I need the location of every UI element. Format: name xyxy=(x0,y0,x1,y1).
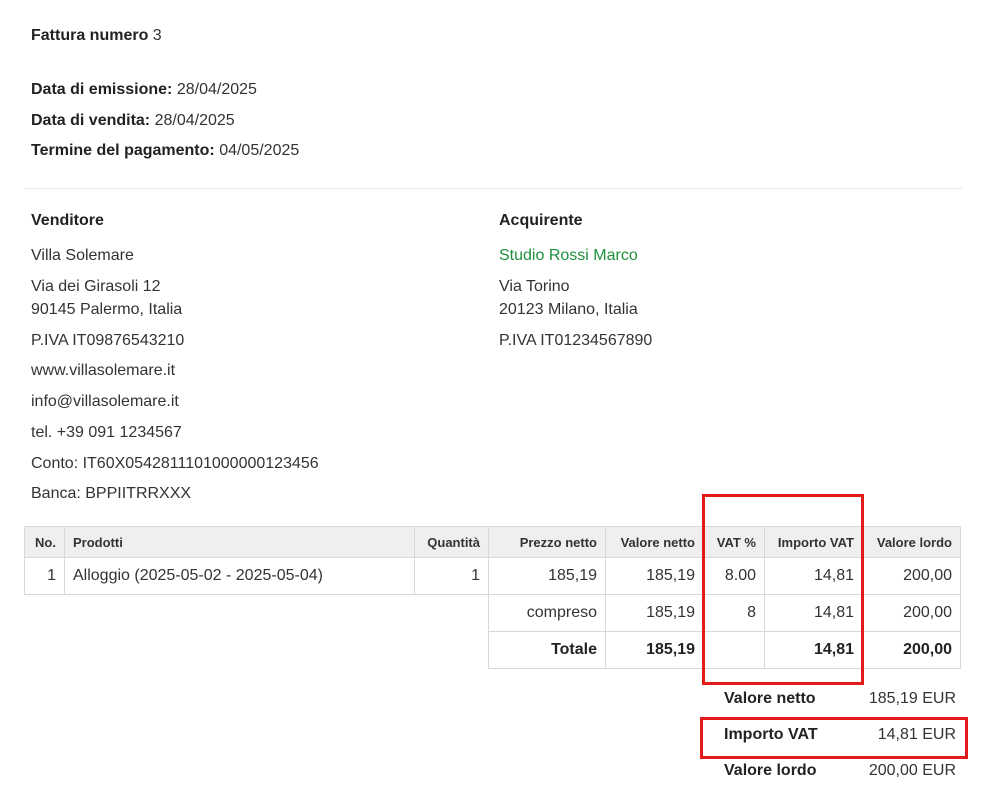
total-label: Totale xyxy=(488,631,606,669)
issue-date-label: Data di emissione: xyxy=(31,81,173,98)
vat-columns-highlight xyxy=(702,494,864,685)
summary-net-value: 185,19 EUR xyxy=(868,690,956,707)
invoice-number: 3 xyxy=(152,27,162,44)
seller-city: 90145 Palermo, Italia xyxy=(31,301,183,318)
seller-account: Conto: IT60X0542811101000000123456 xyxy=(31,455,319,472)
buyer-vat: P.IVA IT01234567890 xyxy=(499,332,653,349)
col-header-quantity: Quantità xyxy=(414,526,489,558)
buyer-street: Via Torino xyxy=(499,278,570,295)
summary-gross-value: 200,00 EUR xyxy=(868,762,956,779)
summary-net: Valore netto 185,19 EUR xyxy=(724,690,956,710)
seller-vat: P.IVA IT09876543210 xyxy=(31,332,185,349)
included-net: 185,19 xyxy=(605,594,704,632)
col-header-no: No. xyxy=(24,526,65,558)
header-divider xyxy=(24,188,962,189)
buyer-city: 20123 Milano, Italia xyxy=(499,301,638,318)
vat-total-highlight xyxy=(700,717,968,759)
issue-date-line: Data di emissione: 28/04/2025 xyxy=(31,81,257,99)
sale-date-label: Data di vendita: xyxy=(31,112,151,129)
buyer-heading: Acquirente xyxy=(499,212,583,229)
buyer-name-link[interactable]: Studio Rossi Marco xyxy=(499,247,638,265)
seller-name: Villa Solemare xyxy=(31,247,134,264)
sale-date-value: 28/04/2025 xyxy=(154,112,235,129)
due-date-value: 04/05/2025 xyxy=(219,142,300,159)
summary-gross-label: Valore lordo xyxy=(724,762,817,779)
seller-email: info@villasolemare.it xyxy=(31,393,179,410)
row-unit-net: 185,19 xyxy=(488,557,606,595)
seller-heading: Venditore xyxy=(31,212,104,229)
summary-net-label: Valore netto xyxy=(724,690,816,707)
col-header-unit-net: Prezzo netto xyxy=(488,526,606,558)
product-link[interactable]: Alloggio (2025-05-02 - 2025-05-04) xyxy=(64,557,415,595)
sale-date-line: Data di vendita: 28/04/2025 xyxy=(31,112,235,130)
total-net: 185,19 xyxy=(605,631,704,669)
col-header-gross: Valore lordo xyxy=(862,526,961,558)
row-gross: 200,00 xyxy=(862,557,961,595)
total-gross: 200,00 xyxy=(862,631,961,669)
issue-date-value: 28/04/2025 xyxy=(176,81,257,98)
row-quantity: 1 xyxy=(414,557,489,595)
row-no: 1 xyxy=(24,557,65,595)
summary-gross: Valore lordo 200,00 EUR xyxy=(724,762,956,782)
invoice-title: Fattura numero 3 xyxy=(31,27,162,45)
seller-bank: Banca: BPPIITRRXXX xyxy=(31,485,192,502)
seller-phone: tel. +39 091 1234567 xyxy=(31,424,182,441)
col-header-product: Prodotti xyxy=(64,526,415,558)
invoice-title-label: Fattura numero xyxy=(31,27,149,44)
due-date-line: Termine del pagamento: 04/05/2025 xyxy=(31,142,299,160)
included-gross: 200,00 xyxy=(862,594,961,632)
seller-website: www.villasolemare.it xyxy=(31,362,176,379)
seller-street: Via dei Girasoli 12 xyxy=(31,278,161,295)
due-date-label: Termine del pagamento: xyxy=(31,142,215,159)
row-net: 185,19 xyxy=(605,557,704,595)
included-label: compreso xyxy=(488,594,606,632)
col-header-net-value: Valore netto xyxy=(605,526,704,558)
